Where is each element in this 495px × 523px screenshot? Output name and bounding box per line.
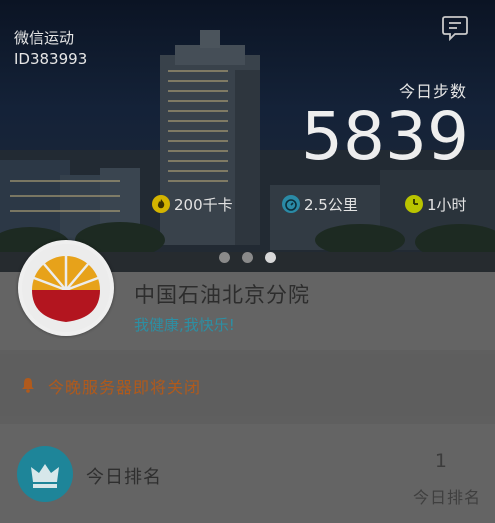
distance-label: 2.5公里 [304, 195, 358, 214]
carousel-dot-active[interactable] [265, 252, 276, 263]
calories-stat: 200千卡 [152, 193, 233, 215]
calories-label: 200千卡 [174, 195, 233, 214]
duration-stat: 1小时 [405, 193, 467, 215]
carousel-indicator[interactable] [219, 252, 276, 263]
petrochina-logo-icon [18, 240, 114, 336]
ranking-title: 今日排名 [86, 467, 162, 488]
flame-icon [152, 195, 170, 213]
ranking-row[interactable] [0, 424, 495, 523]
carousel-dot[interactable] [219, 252, 230, 263]
notice-text: 今晚服务器即将关闭 [48, 378, 202, 397]
rank-value: 1 [434, 450, 447, 472]
bell-icon [21, 377, 35, 393]
clock-icon [405, 195, 423, 213]
steps-value: 5839 [301, 98, 469, 175]
user-id: ID383993 [14, 50, 88, 68]
crown-icon [17, 446, 73, 502]
stopwatch-icon [282, 195, 300, 213]
duration-label: 1小时 [427, 195, 467, 214]
hero-banner: 微信运动 ID383993 今日步数 5839 200千卡 2.5公里 1小时 [0, 0, 495, 272]
organization-name: 中国石油北京分院 [134, 283, 310, 307]
app-name: 微信运动 [14, 29, 75, 47]
distance-stat: 2.5公里 [282, 193, 358, 215]
rank-label: 今日排名 [412, 488, 481, 507]
chat-bubble-icon[interactable] [441, 14, 469, 42]
slogan-text: 我健康,我快乐! [134, 316, 235, 334]
carousel-dot[interactable] [242, 252, 253, 263]
